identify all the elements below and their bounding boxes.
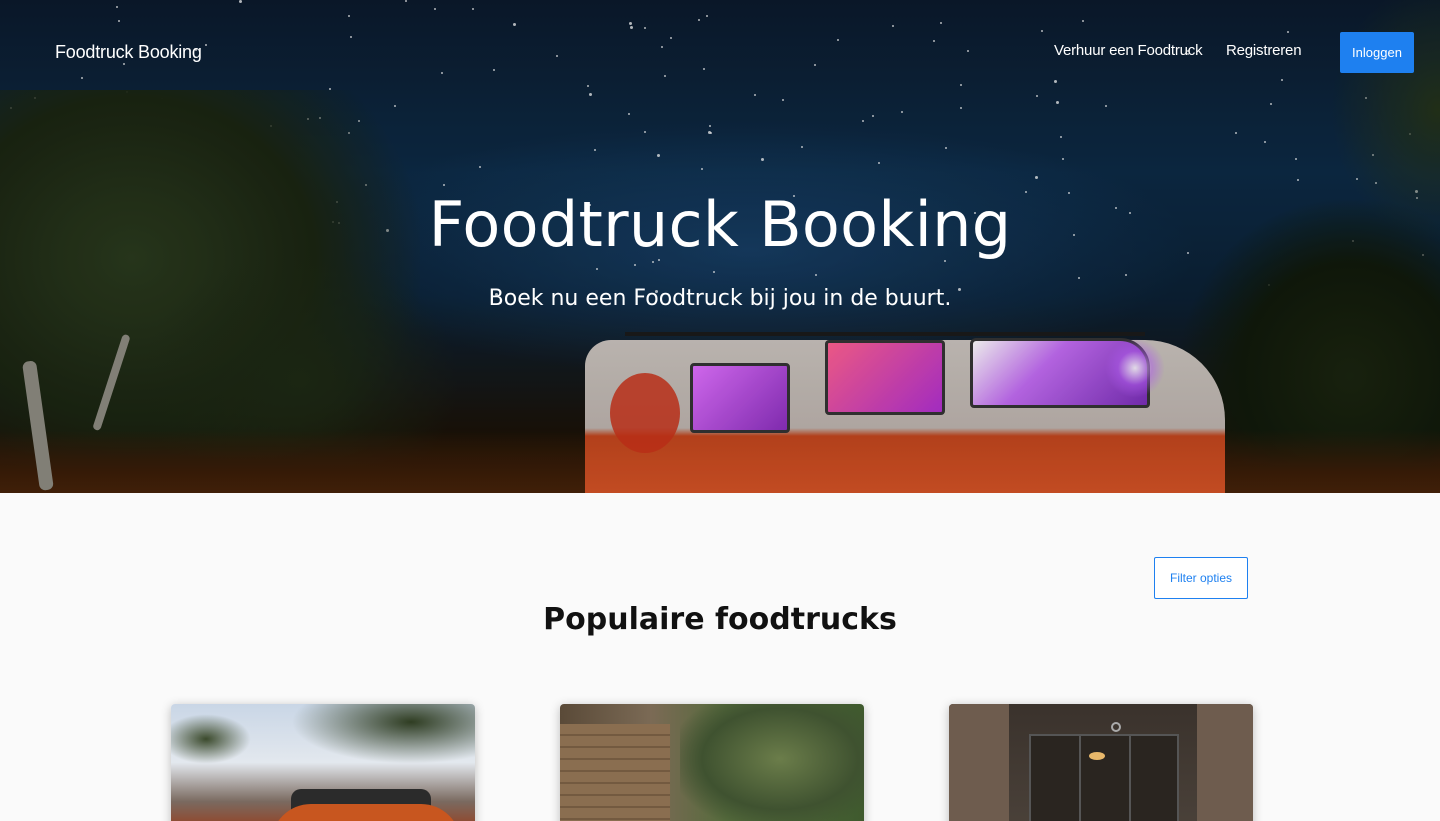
section-title: Populaire foodtrucks (543, 602, 897, 637)
nav-link-register[interactable]: Registreren (1226, 42, 1302, 59)
card-image-van-body (271, 804, 461, 821)
card-image-foliage (680, 704, 864, 821)
hero-subtitle: Boek nu een Foodtruck bij jou in de buur… (488, 286, 952, 311)
foodtruck-card[interactable] (949, 704, 1253, 821)
hero-title: Foodtruck Booking (428, 188, 1012, 261)
foodtruck-card[interactable] (171, 704, 475, 821)
card-image-garage-door (1029, 734, 1179, 821)
card-image-wall-right (1197, 704, 1253, 821)
card-image-pine (291, 704, 475, 764)
login-button[interactable]: Inloggen (1340, 32, 1414, 73)
card-image-lamp (1089, 752, 1105, 760)
card-image-fixture (1111, 722, 1121, 732)
filter-options-button[interactable]: Filter opties (1154, 557, 1248, 599)
card-image-tree (171, 714, 251, 764)
nav-link-rent-foodtruck[interactable]: Verhuur een Foodtruck (1054, 42, 1203, 59)
card-image-shed (560, 724, 670, 821)
brand-logo-link[interactable]: Foodtruck Booking (55, 42, 202, 63)
foodtruck-card[interactable] (560, 704, 864, 821)
card-image-wall-left (949, 704, 1009, 821)
